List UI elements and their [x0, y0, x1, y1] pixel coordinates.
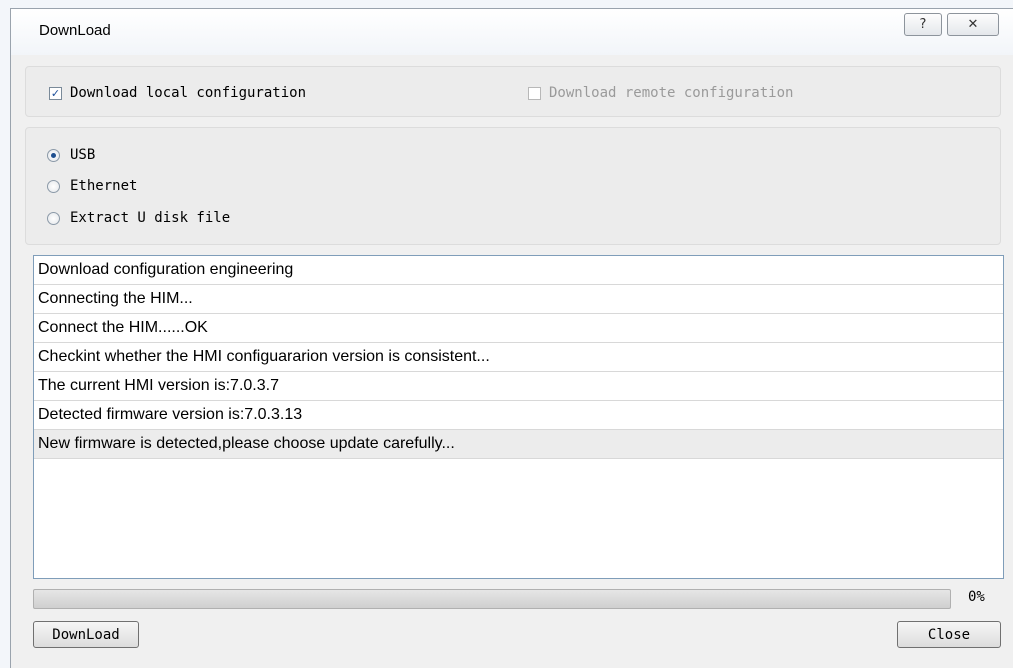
title-bar: DownLoad ? ✕: [11, 9, 1013, 55]
log-list[interactable]: Download configuration engineering Conne…: [33, 255, 1004, 579]
download-local-checkbox[interactable]: ✓ Download local configuration: [49, 85, 306, 101]
checkbox-local-box: ✓: [49, 86, 62, 100]
download-button[interactable]: DownLoad: [33, 621, 139, 648]
radio-usb-circle: [47, 148, 60, 162]
radio-ethernet-label: Ethernet: [70, 178, 138, 194]
download-button-label: DownLoad: [52, 626, 120, 643]
log-line-selected[interactable]: New firmware is detected,please choose u…: [34, 430, 1003, 459]
radio-extract-label: Extract U disk file: [70, 210, 231, 226]
download-remote-checkbox[interactable]: Download remote configuration: [528, 85, 793, 101]
log-line[interactable]: Download configuration engineering: [34, 256, 1003, 285]
configuration-group: ✓ Download local configuration Download …: [25, 66, 1001, 117]
radio-extract-circle: [47, 211, 60, 225]
close-button-label: Close: [927, 626, 971, 643]
download-local-label: Download local configuration: [70, 85, 307, 101]
radio-ethernet[interactable]: Ethernet: [47, 178, 137, 194]
checkmark-icon: ✓: [50, 86, 61, 100]
log-line[interactable]: Detected firmware version is:7.0.3.13: [34, 401, 1003, 430]
radio-ethernet-circle: [47, 179, 60, 193]
checkbox-remote-box: [528, 86, 541, 100]
help-button[interactable]: ?: [904, 13, 942, 36]
radio-usb-label: USB: [70, 147, 96, 163]
download-progress-bar: [33, 589, 951, 609]
log-line[interactable]: The current HMI version is:7.0.3.7: [34, 372, 1003, 401]
download-dialog: DownLoad ? ✕ ✓ Download local configurat…: [10, 8, 1013, 668]
log-line[interactable]: Connect the HIM......OK: [34, 314, 1003, 343]
connection-group: USB Ethernet Extract U disk file: [25, 127, 1001, 245]
help-icon: ?: [919, 17, 927, 32]
radio-usb[interactable]: USB: [47, 147, 95, 163]
close-icon: ✕: [967, 17, 979, 32]
close-window-button[interactable]: ✕: [947, 13, 999, 36]
radio-extract-u-disk[interactable]: Extract U disk file: [47, 210, 230, 226]
dialog-title: DownLoad: [39, 22, 111, 39]
progress-percent: 0%: [968, 589, 985, 605]
download-remote-label: Download remote configuration: [549, 85, 794, 101]
close-button[interactable]: Close: [897, 621, 1001, 648]
log-line[interactable]: Connecting the HIM...: [34, 285, 1003, 314]
log-line[interactable]: Checkint whether the HMI configuararion …: [34, 343, 1003, 372]
